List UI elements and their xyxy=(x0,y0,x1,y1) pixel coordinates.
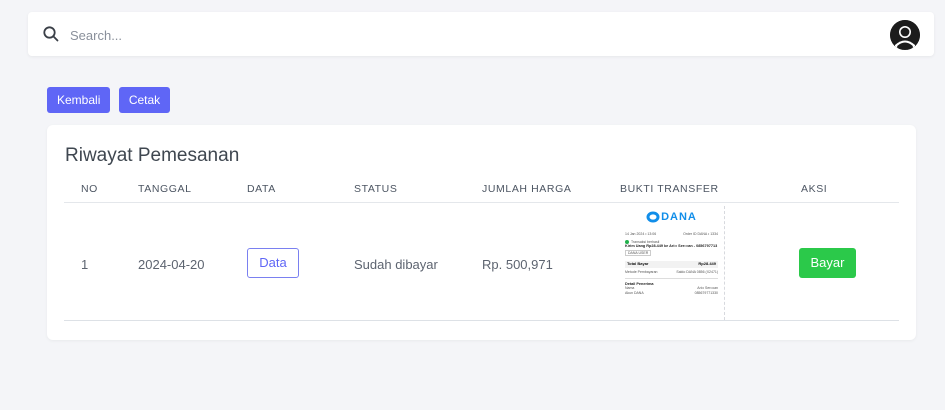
search-icon[interactable] xyxy=(42,25,60,43)
dana-logo-icon xyxy=(646,211,660,223)
receipt-method-label: Metode Pembayaran xyxy=(625,269,658,274)
receipt-trx-id: Order ID DANA • 1334 xyxy=(683,232,718,236)
receipt-datetime: 14 Jan 2024 • 13:06 xyxy=(625,232,657,236)
receipt-total-value: Rp28.449 xyxy=(698,261,716,267)
receipt-divider xyxy=(625,277,718,279)
cell-status: Sudah dibayar xyxy=(354,257,438,272)
cell-tanggal: 2024-04-20 xyxy=(138,257,205,272)
receipt-total-label: Total Bayar xyxy=(627,261,649,267)
dana-brand-text: DANA xyxy=(661,211,697,223)
data-button[interactable]: Data xyxy=(247,248,299,278)
header-status: STATUS xyxy=(354,183,398,195)
success-dot-icon xyxy=(625,239,629,244)
receipt-account-label: Akun DANA xyxy=(625,290,644,295)
receipt-account: Akun DANA 085679771330 xyxy=(625,291,718,296)
cell-no: 1 xyxy=(81,257,89,272)
pay-button[interactable]: Bayar xyxy=(799,248,856,278)
back-button[interactable]: Kembali xyxy=(47,87,111,113)
receipt-description: Kirim Uang Rp28.449 ke Ari•• Ser•••an - … xyxy=(625,244,718,249)
receipt-account-value: 085679771330 xyxy=(694,290,718,295)
receipt-meta: 14 Jan 2024 • 13:06 Order ID DANA • 1334 xyxy=(625,232,718,237)
receipt-method: Metode Pembayaran Saldo DANA 0856 (X2471… xyxy=(625,270,718,275)
receipt-method-value: Saldo DANA 0856 (X2471) xyxy=(676,269,718,274)
action-buttons: Kembali Cetak xyxy=(47,87,174,113)
receipt-tag: DANA USER xyxy=(625,249,652,257)
table-row: 1 2024-04-20 Data Sudah dibayar Rp. 500,… xyxy=(64,203,899,321)
header-data: DATA xyxy=(247,183,276,195)
order-history-card: Riwayat Pemesanan NO TANGGAL DATA STATUS… xyxy=(47,125,916,340)
search-input[interactable] xyxy=(68,22,272,48)
top-navbar xyxy=(28,12,934,56)
header-aksi: AKSI xyxy=(801,183,828,195)
transfer-proof-image[interactable]: DANA 14 Jan 2024 • 13:06 Order ID DANA •… xyxy=(621,206,725,320)
receipt-status-text: Transaksi berhasil xyxy=(631,239,660,244)
receipt-total: Total Bayar Rp28.449 xyxy=(625,261,718,268)
print-button[interactable]: Cetak xyxy=(118,87,171,113)
header-bukti-transfer: BUKTI TRANSFER xyxy=(620,183,719,195)
header-jumlah-harga: JUMLAH HARGA xyxy=(482,183,572,195)
card-title: Riwayat Pemesanan xyxy=(65,145,240,166)
cell-jumlah-harga: Rp. 500,971 xyxy=(482,257,553,272)
dana-logo: DANA xyxy=(625,211,718,225)
header-tanggal: TANGGAL xyxy=(138,183,192,195)
user-avatar-icon[interactable] xyxy=(890,20,920,50)
header-no: NO xyxy=(81,183,98,195)
table-header: NO TANGGAL DATA STATUS JUMLAH HARGA BUKT… xyxy=(64,183,899,201)
